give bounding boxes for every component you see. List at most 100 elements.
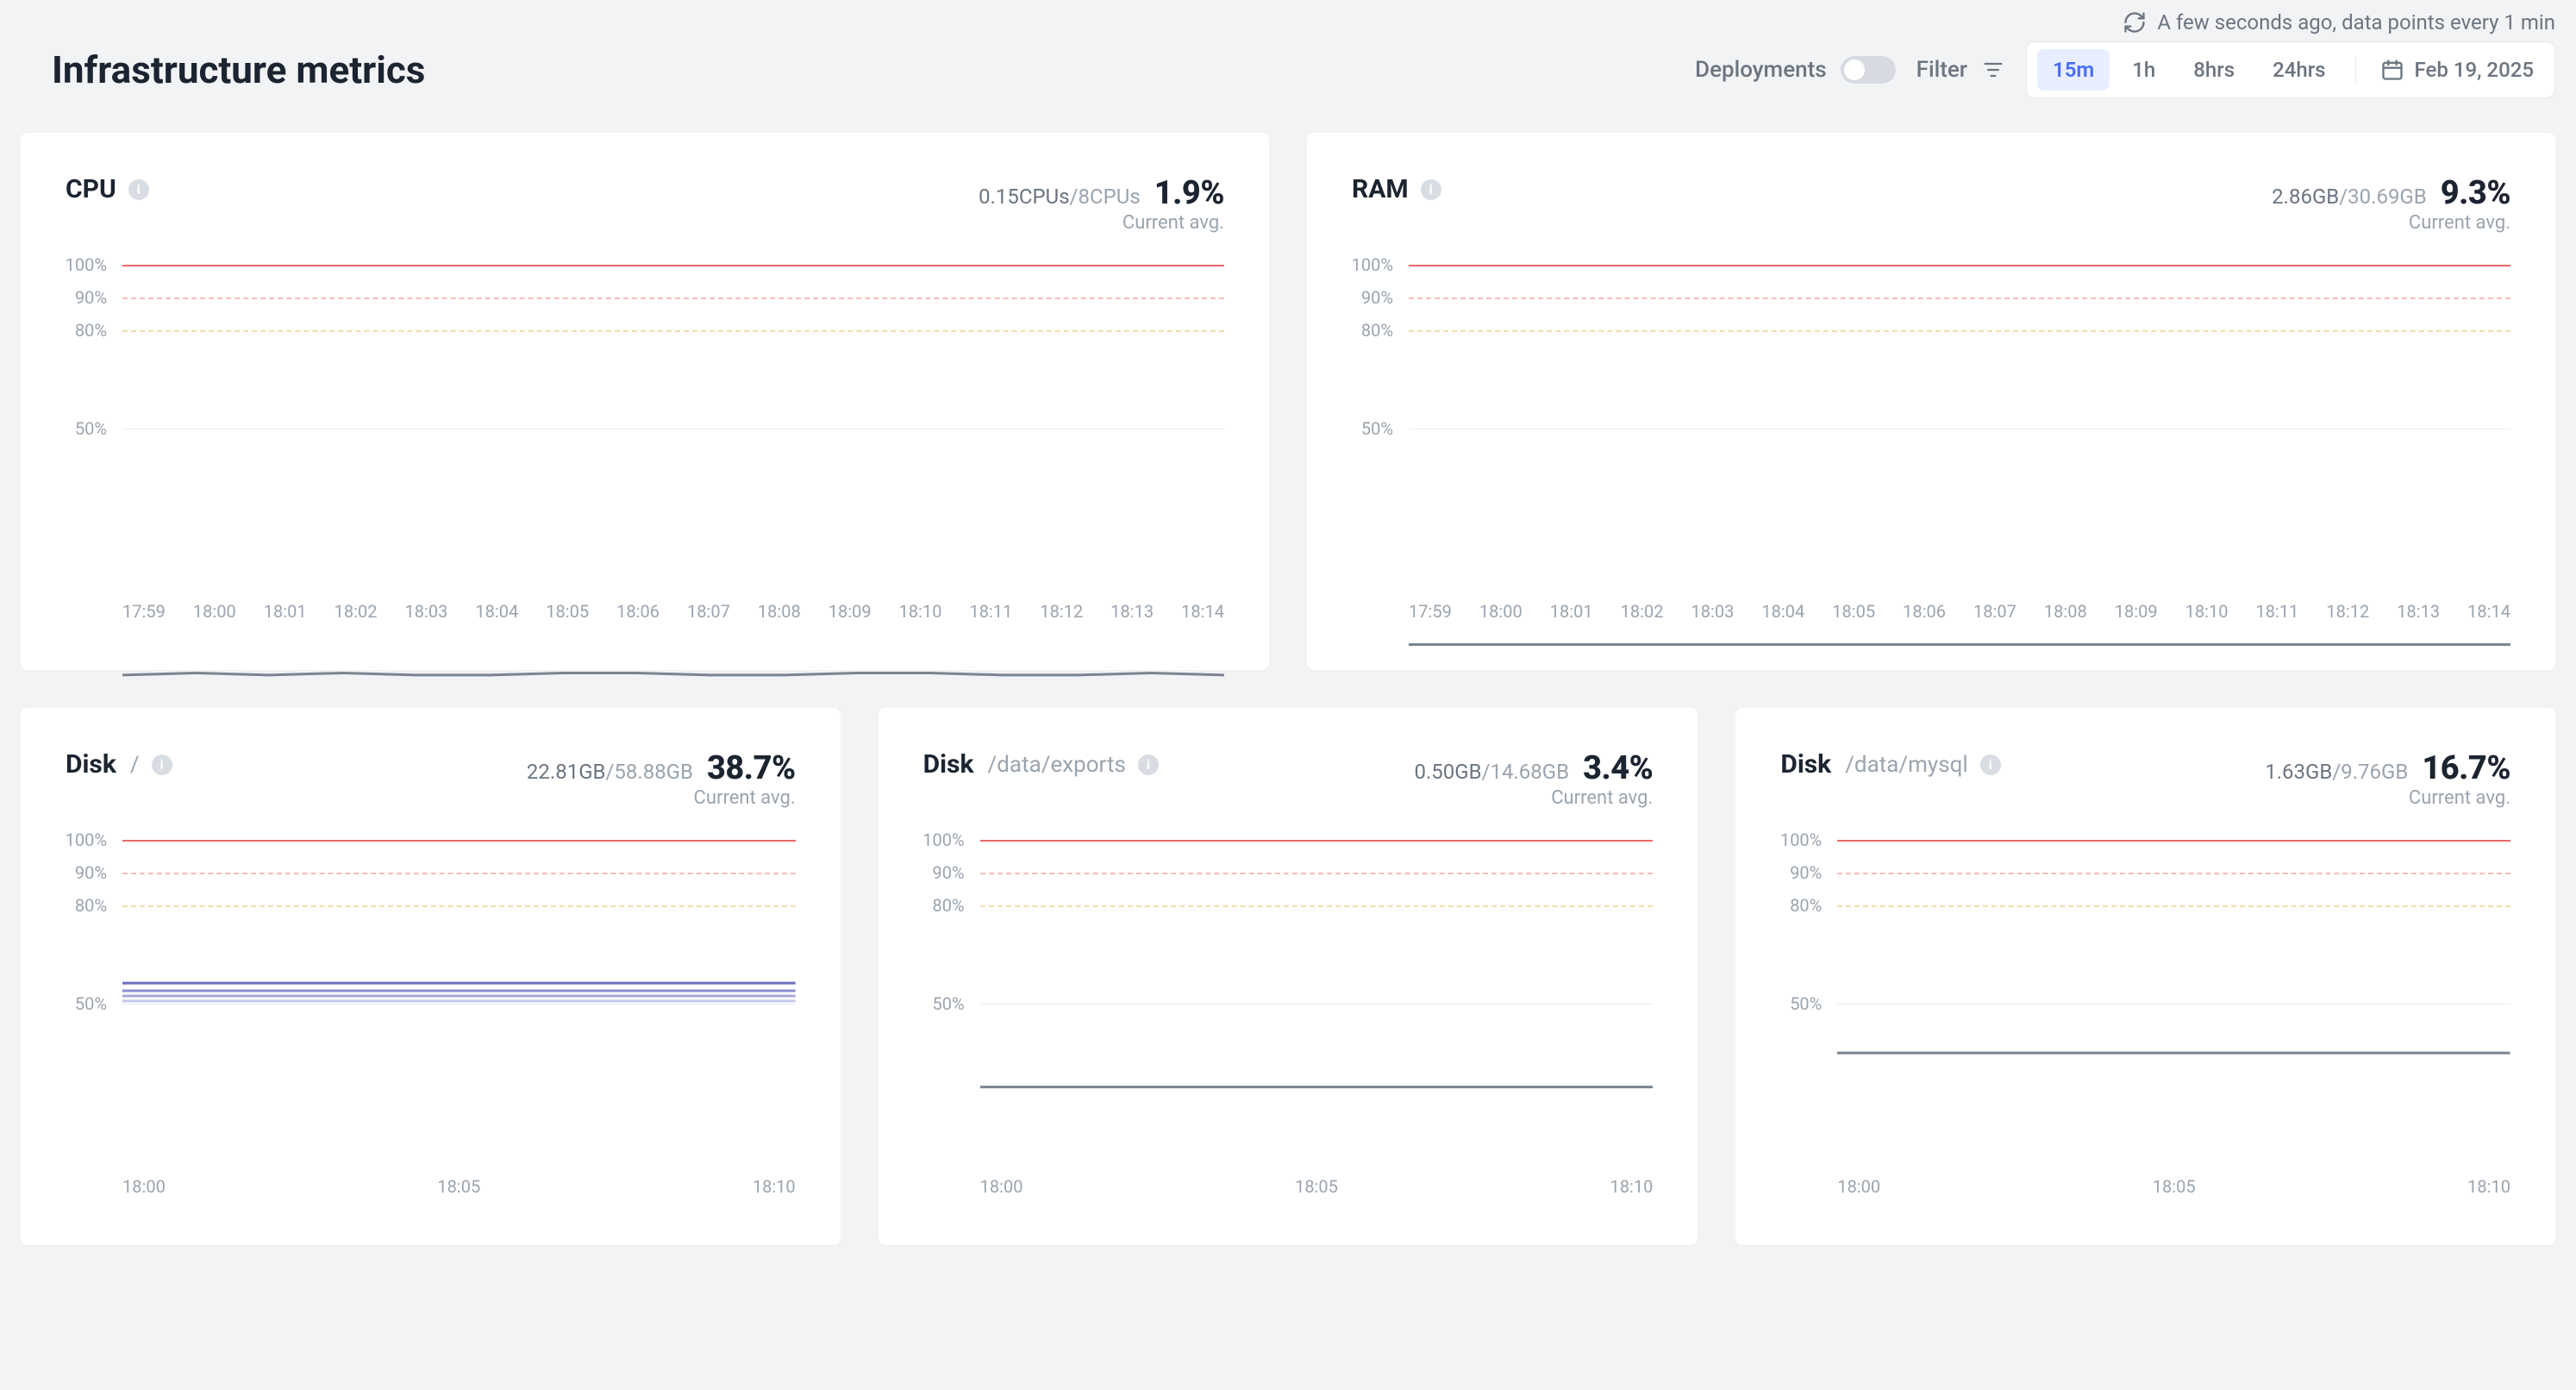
metric-pct: 9.3% (2441, 174, 2510, 212)
metric-pct: 38.7% (707, 749, 796, 787)
series (122, 265, 1224, 684)
date-label: Feb 19, 2025 (2415, 58, 2534, 82)
y-tick-label: 90% (1361, 287, 1393, 308)
range-1h[interactable]: 1h (2116, 49, 2171, 91)
card-head: Disk/data/exports i 0.50GB/14.68GB3.4%Curr… (923, 749, 1654, 809)
metric-pct: 1.9% (1154, 174, 1224, 212)
metric-total: /14.68GB (1482, 760, 1569, 784)
y-tick-label: 50% (1361, 418, 1393, 439)
top-row: CPUi0.15CPUs/8CPUs1.9%Current avg.100%90… (21, 133, 2555, 670)
x-tick-label: 18:00 (1837, 1176, 1880, 1197)
metric-pct: 16.7% (2422, 749, 2510, 787)
y-tick-label: 90% (75, 862, 107, 883)
metric-avg-label: Current avg. (2265, 787, 2510, 809)
y-tick-label: 90% (933, 862, 965, 883)
y-tick-label: 50% (933, 993, 965, 1014)
metric-avg-label: Current avg. (527, 787, 796, 809)
plot-area (122, 265, 1224, 592)
filter-label: Filter (1916, 57, 1967, 83)
header-row: Infrastructure metrics Deployments Filte… (21, 41, 2555, 98)
x-tick-label: 18:05 (1295, 1176, 1338, 1197)
metric-used: 0.50GB (1414, 760, 1481, 784)
filter-icon (1981, 58, 2005, 82)
plot-area (1409, 265, 2510, 592)
card-disk-exports: Disk/data/exports i 0.50GB/14.68GB3.4%Curr… (878, 708, 1698, 1245)
y-tick-label: 90% (75, 287, 107, 308)
y-tick-label: 100% (1352, 254, 1393, 275)
refresh-icon[interactable] (2123, 10, 2147, 34)
metric-used: 22.81GB (527, 760, 606, 784)
card-head: Disk/i 22.81GB/58.88GB 38.7%Current avg. (66, 749, 796, 809)
card-ram: RAM i 2.86GB/30.69GB9.3%Current avg. 100% 90… (1307, 133, 2555, 670)
metric-title-text: Disk (923, 749, 974, 780)
filter-group[interactable]: Filter (1916, 57, 2005, 83)
range-8hrs[interactable]: 8hrs (2178, 49, 2250, 91)
x-tick-label: 18:00 (980, 1176, 1023, 1197)
y-tick-label: 80% (1361, 320, 1393, 341)
deployments-label: Deployments (1695, 57, 1827, 83)
y-tick-label: 100% (66, 254, 107, 275)
info-icon[interactable]: i (1138, 754, 1159, 775)
metric-total: /9.76GB (2332, 760, 2408, 784)
info-icon[interactable]: i (128, 179, 149, 200)
series (122, 840, 796, 1096)
metric-total: /8CPUs (1070, 185, 1141, 209)
metric-title-text: Disk (1780, 749, 1831, 780)
x-tick-label: 18:10 (1610, 1176, 1654, 1197)
metric-avg-label: Current avg. (979, 212, 1224, 234)
range-24hrs[interactable]: 24hrs (2257, 49, 2341, 91)
card-head: RAM i 2.86GB/30.69GB9.3%Current avg. (1352, 174, 2510, 234)
x-axis: 18:00 18:05 18:10 (1837, 1176, 2510, 1197)
y-tick-label: 100% (1780, 830, 1822, 850)
series-line (122, 673, 1224, 674)
x-tick-label: 18:05 (2153, 1176, 2196, 1197)
x-tick-label: 18:00 (122, 1176, 166, 1197)
card-cpu: CPUi0.15CPUs/8CPUs1.9%Current avg.100%90… (21, 133, 1269, 670)
metric-title: Disk/i (66, 749, 172, 780)
y-tick-label: 50% (75, 993, 107, 1014)
y-tick-label: 50% (1790, 993, 1822, 1014)
x-tick-label: 18:10 (2467, 1176, 2510, 1197)
metric-subtitle: /data/mysql (1845, 752, 1968, 778)
deployments-toggle-group: Deployments (1695, 56, 1896, 84)
card-head: CPUi0.15CPUs/8CPUs1.9%Current avg. (66, 174, 1224, 234)
metric-used: 0.15CPUs (979, 185, 1070, 209)
status-text: A few seconds ago, data points every 1 m… (2157, 10, 2555, 34)
y-tick-label: 80% (933, 895, 965, 916)
metric-total: /58.88GB (606, 760, 693, 784)
date-picker-button[interactable]: Feb 19, 2025 (2370, 53, 2544, 87)
card-disk-root: Disk/i 22.81GB/58.88GB 38.7%Current avg. 10… (21, 708, 841, 1245)
card-disk-mysql: Disk/data/mysqli1.63GB/9.76GB16.7%Curren… (1735, 708, 2555, 1245)
metric-avg-label: Current avg. (1414, 787, 1653, 809)
info-icon[interactable]: i (1421, 179, 1441, 200)
metric-value: 0.50GB/14.68GB3.4%Current avg. (1414, 749, 1653, 809)
chart: 100%90%80%50% (923, 840, 1654, 1168)
metric-value: 1.63GB/9.76GB16.7%Current avg. (2265, 749, 2510, 809)
page-title: Infrastructure metrics (52, 47, 425, 92)
chart: 100%90%80%50% (66, 265, 1224, 592)
y-tick-label: 90% (1790, 862, 1822, 883)
metric-title-text: RAM (1352, 174, 1409, 204)
y-tick-label: 80% (1790, 895, 1822, 916)
plot-area (122, 840, 796, 1168)
series (1409, 265, 2510, 684)
plot-area (980, 840, 1654, 1168)
plot-area (1837, 840, 2510, 1168)
range-15m[interactable]: 15m (2037, 49, 2110, 91)
metric-value: 22.81GB/58.88GB 38.7%Current avg. (527, 749, 796, 809)
metric-avg-label: Current avg. (2272, 212, 2510, 234)
deployments-toggle[interactable] (1841, 56, 1896, 84)
metric-value: 0.15CPUs/8CPUs 1.9%Current avg. (979, 174, 1224, 234)
card-head: Disk/data/mysqli1.63GB/9.76GB16.7%Curren… (1780, 749, 2510, 809)
series (980, 840, 1654, 1096)
metric-value: 2.86GB/30.69GB9.3%Current avg. (2272, 174, 2510, 234)
info-icon[interactable]: i (152, 754, 172, 775)
chart: 100%90%80%50% (66, 840, 796, 1168)
x-axis: 18:00 18:05 18:10 (980, 1176, 1654, 1197)
metric-subtitle: /data/exports (988, 752, 1126, 778)
info-icon[interactable]: i (1980, 754, 2001, 775)
metric-title: RAM i (1352, 174, 1441, 204)
calendar-icon (2380, 58, 2404, 82)
metric-title-text: Disk (66, 749, 116, 780)
status-row: A few seconds ago, data points every 1 m… (21, 10, 2555, 34)
